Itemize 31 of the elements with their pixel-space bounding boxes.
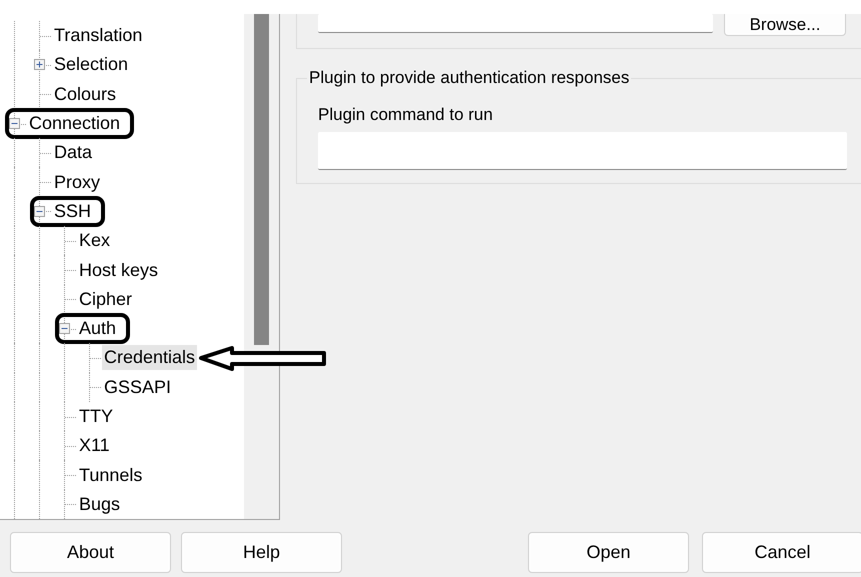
tree-item[interactable]: Proxy: [52, 170, 102, 195]
tree-item[interactable]: Cipher: [77, 286, 134, 312]
dialog-button[interactable]: About: [10, 532, 171, 573]
tree-item[interactable]: Kex: [77, 228, 112, 254]
tree-item[interactable]: Host keys: [77, 258, 160, 283]
input-field[interactable]: [318, 14, 713, 33]
tree-item[interactable]: Auth: [77, 316, 118, 342]
tree-item[interactable]: Selection: [52, 52, 130, 78]
field-label: Plugin command to run: [318, 105, 493, 125]
tree-item[interactable]: TTY: [77, 404, 115, 429]
tree-item[interactable]: Credentials: [102, 345, 198, 370]
dialog-button[interactable]: Help: [181, 532, 342, 573]
scrollbar-thumb[interactable]: [254, 14, 269, 345]
browse-button[interactable]: Browse...: [724, 14, 846, 36]
tree-item[interactable]: Colours: [52, 82, 118, 107]
tree-item[interactable]: Translation: [52, 23, 144, 48]
tree-item[interactable]: X11: [77, 433, 112, 458]
expander-icon[interactable]: [34, 59, 45, 70]
tree-item[interactable]: GSSAPI: [102, 374, 174, 400]
tree-item[interactable]: Data: [52, 140, 94, 166]
dialog-button[interactable]: Open: [528, 532, 689, 573]
expander-icon[interactable]: [34, 206, 45, 217]
dialog-button[interactable]: Cancel: [702, 532, 861, 573]
group-title: Plugin to provide authentication responses: [307, 68, 632, 88]
tree-item[interactable]: Bugs: [77, 492, 122, 517]
tree-item[interactable]: SSH: [52, 198, 94, 224]
expander-icon[interactable]: [59, 322, 70, 334]
expander-icon[interactable]: [9, 118, 20, 129]
input-field[interactable]: [318, 132, 847, 170]
tree-item[interactable]: Tunnels: [77, 462, 144, 488]
tree-item[interactable]: Connection: [27, 111, 122, 136]
